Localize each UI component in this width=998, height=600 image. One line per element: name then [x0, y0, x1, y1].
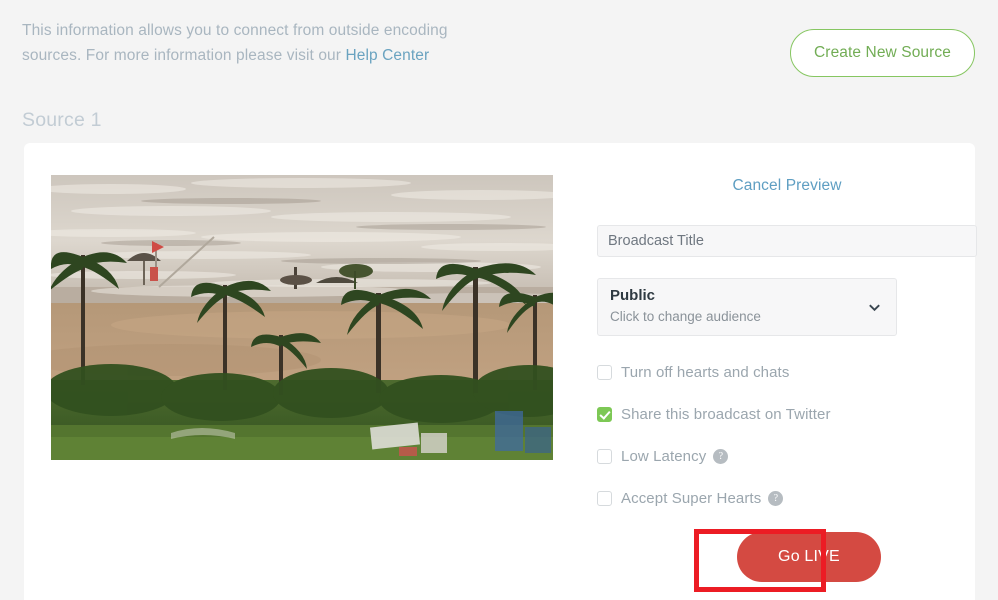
checkbox-hearts-chats[interactable] [597, 364, 612, 380]
help-icon-super-hearts[interactable]: ? [768, 490, 784, 506]
storm-beach-image [51, 175, 553, 460]
audience-selector[interactable]: Public Click to change audience [597, 278, 897, 336]
audience-selected-value: Public [610, 287, 656, 304]
create-new-source-button[interactable]: Create New Source [790, 29, 975, 77]
cancel-preview-link[interactable]: Cancel Preview [573, 177, 998, 195]
checkbox-label-low-latency: Low Latency [621, 447, 707, 465]
audience-hint: Click to change audience [610, 309, 761, 324]
chevron-down-icon [869, 304, 880, 312]
source-card: Cancel Preview Public Click to change au… [24, 143, 977, 600]
video-preview[interactable] [51, 175, 553, 460]
checkbox-row-super-hearts[interactable]: Accept Super Hearts ? [597, 487, 784, 509]
checkbox-label-share-twitter: Share this broadcast on Twitter [621, 405, 831, 423]
intro-text: This information allows you to connect f… [22, 18, 452, 68]
checkbox-row-low-latency[interactable]: Low Latency ? [597, 445, 729, 467]
go-live-button[interactable]: Go LIVE [737, 532, 881, 582]
page-root: This information allows you to connect f… [0, 0, 998, 600]
checkbox-super-hearts[interactable] [597, 490, 612, 506]
help-center-link[interactable]: Help Center [345, 47, 429, 64]
checkbox-label-super-hearts: Accept Super Hearts [621, 489, 762, 507]
broadcast-settings-panel: Cancel Preview Public Click to change au… [573, 143, 977, 600]
checkbox-share-twitter[interactable] [597, 406, 612, 422]
checkbox-low-latency[interactable] [597, 448, 612, 464]
help-icon-low-latency[interactable]: ? [713, 448, 729, 464]
checkbox-label-hearts-chats: Turn off hearts and chats [621, 363, 790, 381]
broadcast-title-input[interactable] [597, 225, 977, 257]
source-heading: Source 1 [22, 109, 102, 131]
checkbox-row-hearts-chats[interactable]: Turn off hearts and chats [597, 361, 789, 383]
checkbox-row-share-twitter[interactable]: Share this broadcast on Twitter [597, 403, 831, 425]
